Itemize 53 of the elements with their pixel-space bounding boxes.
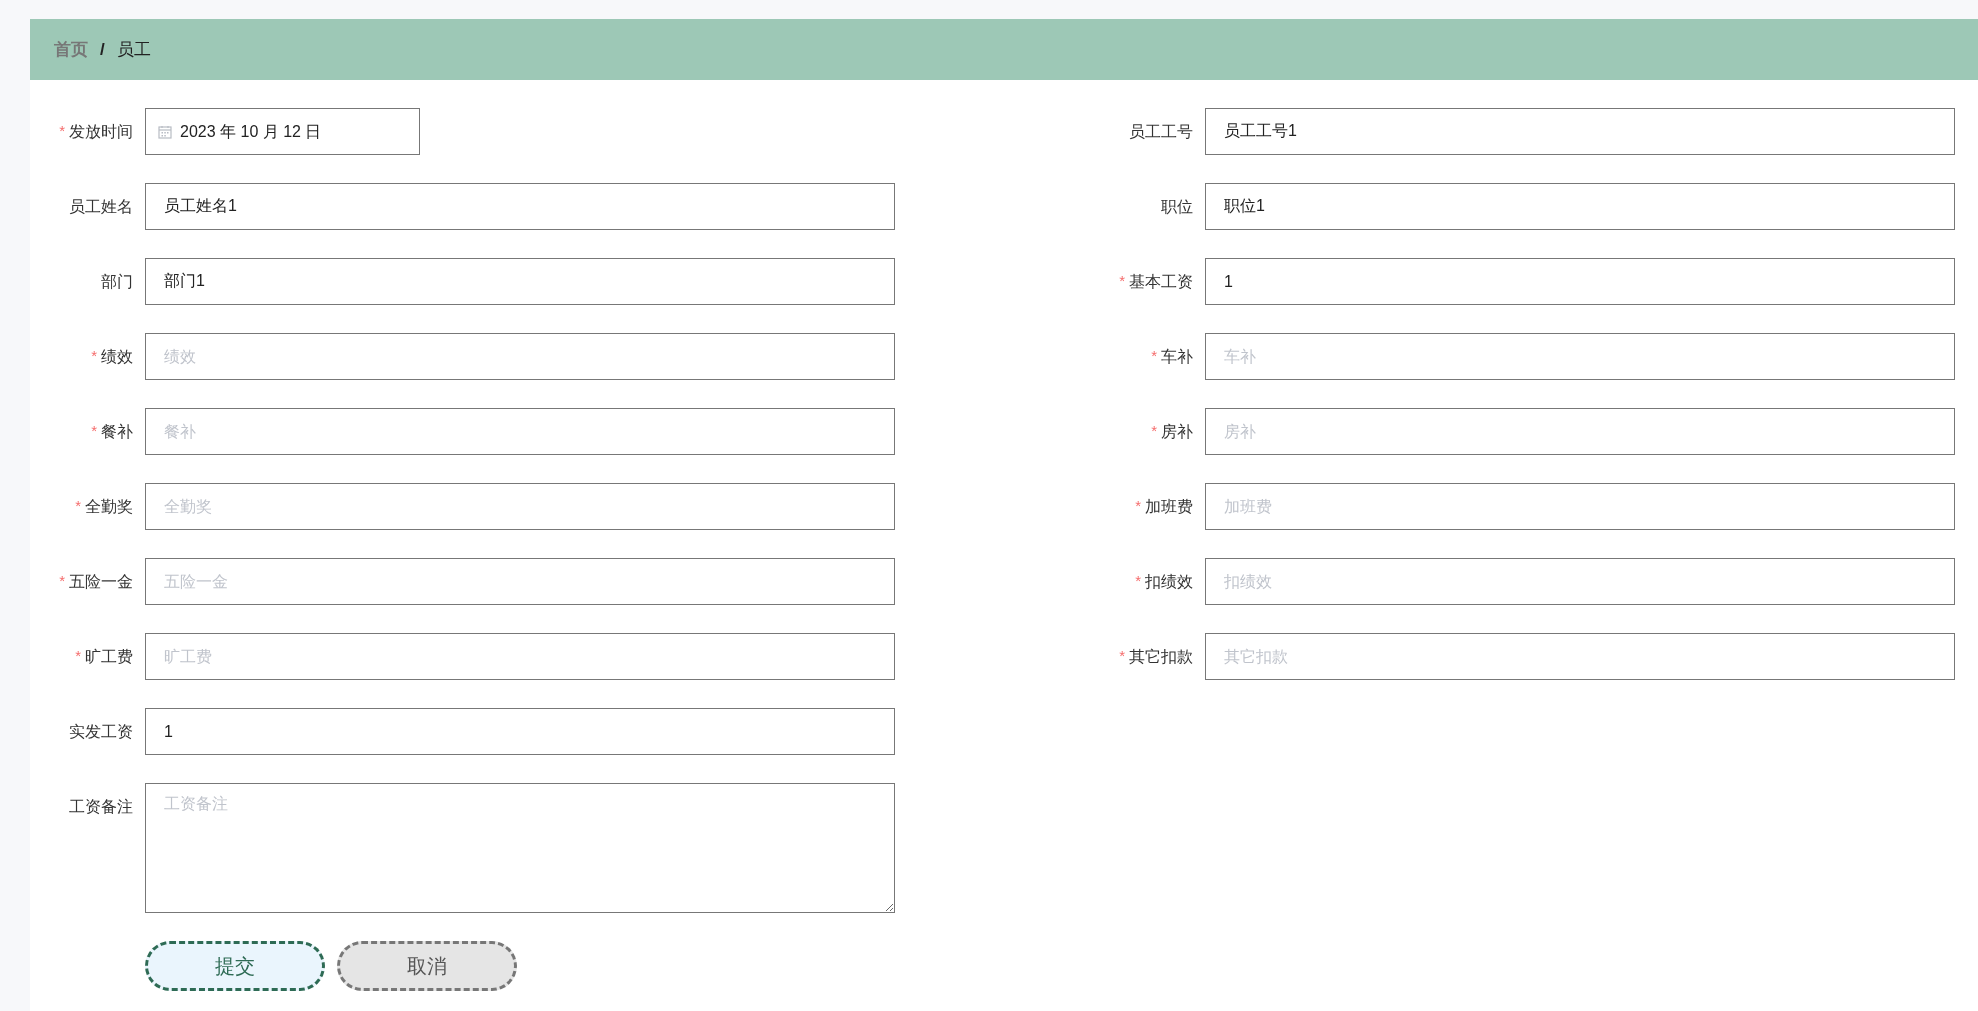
field-label: 部门 [101,271,133,292]
field-label: 全勤奖 [85,496,133,517]
input-field[interactable]: 餐补 [145,408,895,455]
field-label: 房补 [1161,421,1193,442]
submit-button[interactable]: 提交 [145,941,325,991]
field-label: 扣绩效 [1145,571,1193,592]
input-field[interactable]: 旷工费 [145,633,895,680]
textarea-field[interactable]: 工资备注 [145,783,895,913]
input-field[interactable]: 员工姓名1 [145,183,895,230]
field-label: 其它扣款 [1129,646,1193,667]
field-label: 五险一金 [69,571,133,592]
field-label: 基本工资 [1129,271,1193,292]
input-field[interactable]: 1 [145,708,895,755]
input-field[interactable]: 绩效 [145,333,895,380]
field-label: 实发工资 [69,721,133,742]
required-mark: * [59,571,65,592]
required-mark: * [75,496,81,517]
input-field[interactable]: 职位1 [1205,183,1955,230]
input-field[interactable]: 全勤奖 [145,483,895,530]
breadcrumb-item: 员工 [116,38,151,61]
field-label: 加班费 [1145,496,1193,517]
breadcrumb-separator: / [100,38,105,61]
date-field[interactable]: 2023 年 10 月 12 日 [145,108,420,155]
required-mark: * [1135,496,1141,517]
required-mark: * [1119,271,1125,292]
required-mark: * [1151,421,1157,442]
input-field[interactable]: 扣绩效 [1205,558,1955,605]
required-mark: * [91,346,97,367]
input-field[interactable]: 车补 [1205,333,1955,380]
field-label: 旷工费 [85,646,133,667]
cancel-button[interactable]: 取消 [337,941,517,991]
input-field[interactable]: 房补 [1205,408,1955,455]
input-field[interactable]: 其它扣款 [1205,633,1955,680]
date-value: 2023 年 10 月 12 日 [180,121,322,142]
calendar-icon [158,124,172,139]
required-mark: * [1151,346,1157,367]
input-field[interactable]: 1 [1205,258,1955,305]
field-label: 工资备注 [69,796,133,817]
field-label: 员工工号 [1129,121,1193,142]
required-mark: * [59,121,65,142]
field-label: 发放时间 [69,121,133,142]
input-field[interactable]: 部门1 [145,258,895,305]
input-field[interactable]: 加班费 [1205,483,1955,530]
field-label: 绩效 [101,346,133,367]
field-label: 职位 [1161,196,1193,217]
required-mark: * [75,646,81,667]
field-label: 员工姓名 [69,196,133,217]
required-mark: * [91,421,97,442]
required-mark: * [1135,571,1141,592]
required-mark: * [1119,646,1125,667]
field-label: 餐补 [101,421,133,442]
input-field[interactable]: 员工工号1 [1205,108,1955,155]
field-label: 车补 [1161,346,1193,367]
